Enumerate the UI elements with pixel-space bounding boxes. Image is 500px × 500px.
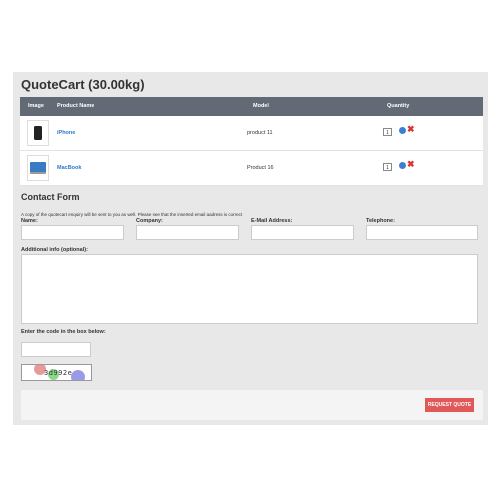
header-product-name: Product Name bbox=[57, 103, 95, 109]
header-image: Image bbox=[28, 103, 44, 109]
email-input[interactable] bbox=[251, 225, 354, 240]
additional-info-label: Additional info (optional): bbox=[21, 247, 88, 253]
table-row: iPhone product 11 1 ✖ bbox=[20, 116, 483, 151]
additional-info-textarea[interactable] bbox=[21, 254, 478, 324]
refresh-icon[interactable] bbox=[399, 162, 406, 169]
macbook-image[interactable] bbox=[27, 155, 49, 181]
product-model: product 11 bbox=[247, 130, 273, 136]
request-quote-button[interactable]: REQUEST QUOTE bbox=[425, 398, 474, 412]
laptop-icon bbox=[30, 162, 46, 174]
product-link[interactable]: MacBook bbox=[57, 165, 81, 171]
product-model: Product 16 bbox=[247, 165, 274, 171]
captcha-code: 3d992e bbox=[44, 369, 73, 377]
company-label: Company: bbox=[136, 218, 163, 224]
phone-icon bbox=[34, 126, 42, 140]
remove-icon[interactable]: ✖ bbox=[407, 125, 415, 134]
company-input[interactable] bbox=[136, 225, 239, 240]
contact-note: A copy of the quotecart enquiry will be … bbox=[21, 212, 243, 217]
header-quantity: Quantity bbox=[387, 103, 410, 109]
product-link[interactable]: iPhone bbox=[57, 130, 75, 136]
form-footer: REQUEST QUOTE bbox=[21, 390, 483, 420]
table-row: MacBook Product 16 1 ✖ bbox=[20, 151, 483, 186]
header-model: Model bbox=[253, 103, 269, 109]
telephone-label: Telephone: bbox=[366, 218, 395, 224]
refresh-icon[interactable] bbox=[399, 127, 406, 134]
iphone-image[interactable] bbox=[27, 120, 49, 146]
name-input[interactable] bbox=[21, 225, 124, 240]
name-label: Name: bbox=[21, 218, 38, 224]
captcha-label: Enter the code in the box below: bbox=[21, 329, 106, 335]
page-title: QuoteCart (30.00kg) bbox=[21, 77, 145, 92]
email-label: E-Mail Address: bbox=[251, 218, 293, 224]
quantity-input[interactable]: 1 bbox=[383, 128, 392, 136]
table-header: Image Product Name Model Quantity bbox=[20, 97, 483, 116]
captcha-input[interactable] bbox=[21, 342, 91, 357]
contact-form-heading: Contact Form bbox=[21, 192, 80, 202]
captcha-image: 3d992e bbox=[21, 364, 92, 381]
telephone-input[interactable] bbox=[366, 225, 478, 240]
quantity-input[interactable]: 1 bbox=[383, 163, 392, 171]
remove-icon[interactable]: ✖ bbox=[407, 160, 415, 169]
cart-table: Image Product Name Model Quantity iPhone… bbox=[20, 97, 483, 186]
